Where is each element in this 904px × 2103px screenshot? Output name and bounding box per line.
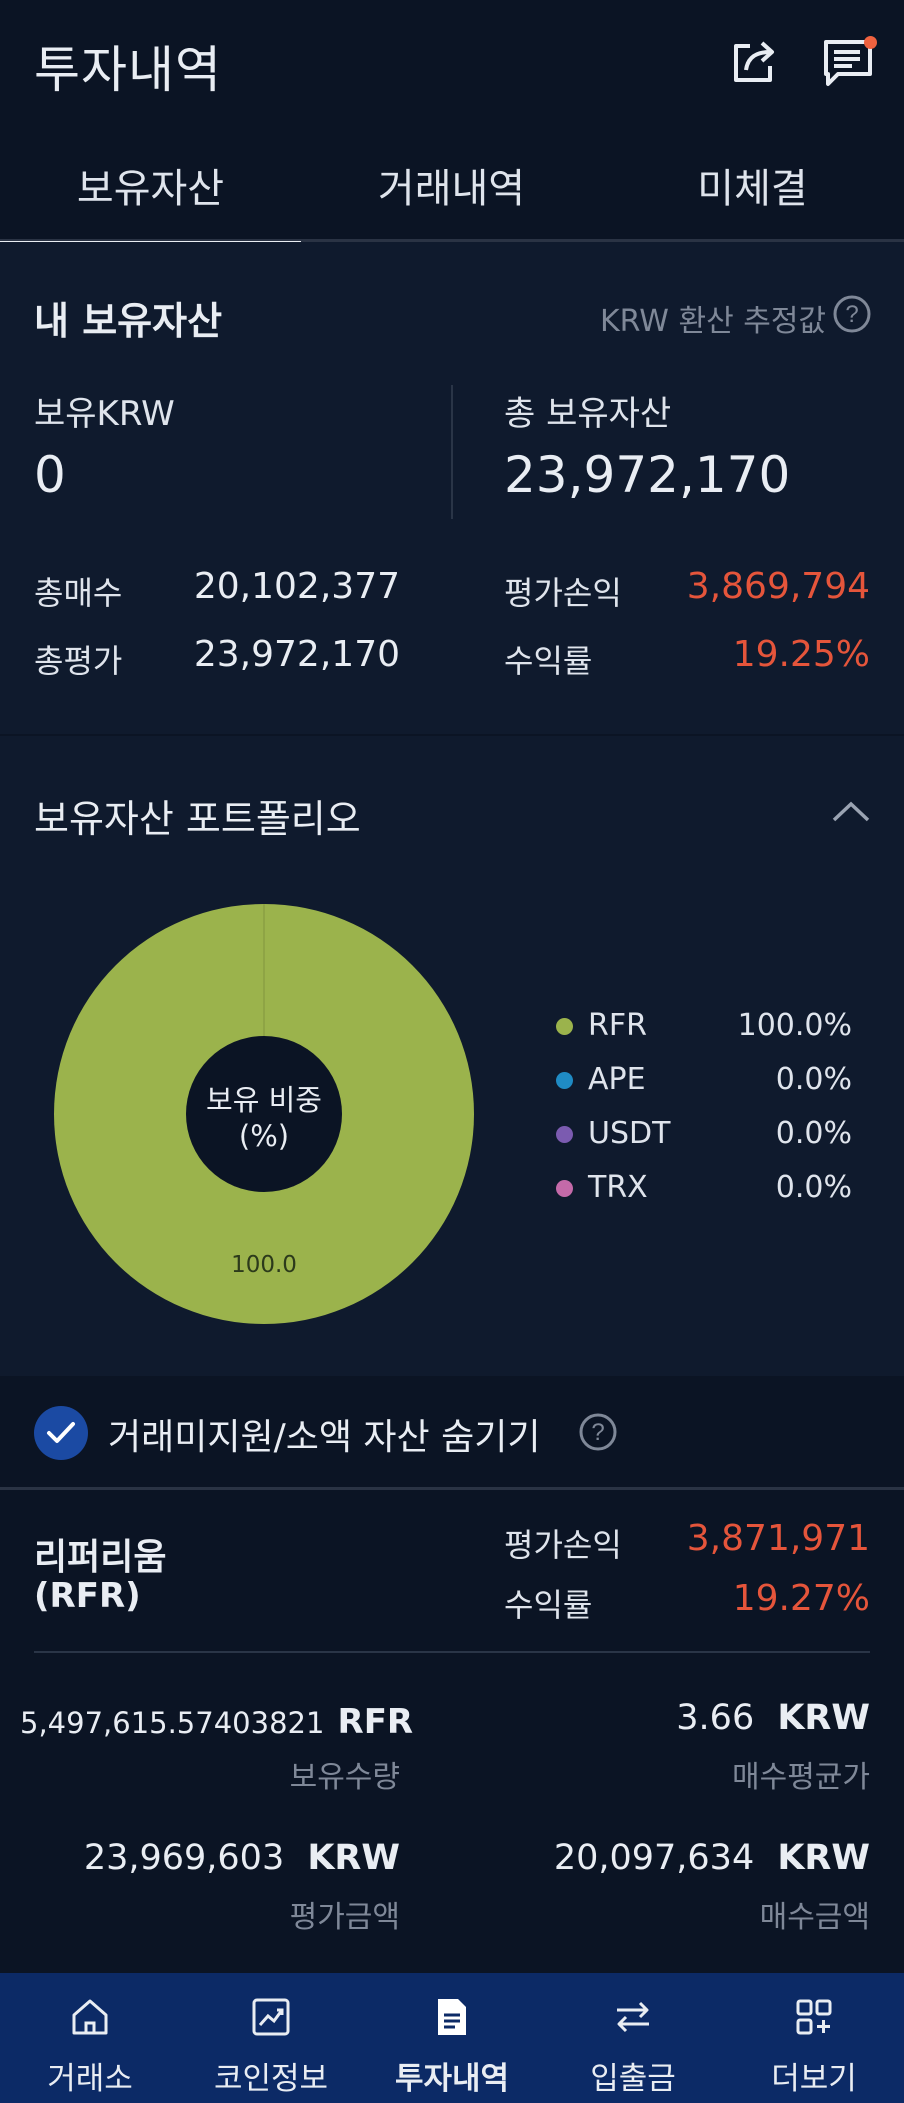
- nav-more[interactable]: 더보기: [724, 1973, 904, 2103]
- question-circle-icon[interactable]: ?: [832, 294, 872, 334]
- avg-unit: KRW: [777, 1698, 870, 1738]
- legend-pct-trx: 0.0%: [775, 1170, 852, 1205]
- nav-coin-info-label: 코인정보: [213, 2061, 329, 2097]
- holding-item-rfr[interactable]: 리퍼리움 (RFR) 평가손익 3,871,971 수익률 19.27% 5,4…: [0, 1490, 904, 1974]
- page-title: 투자내역: [34, 41, 222, 99]
- nav-deposit-withdraw[interactable]: 입출금: [543, 1973, 723, 2103]
- hide-small-assets-row: 거래미지원/소액 자산 숨기기 ?: [0, 1376, 904, 1490]
- return-label: 수익률: [504, 642, 593, 680]
- legend-name-ape: APE: [588, 1062, 646, 1097]
- grid-plus-icon: [796, 1999, 832, 2035]
- donut-center-label: 보유 비중: [206, 1083, 322, 1117]
- home-icon: [72, 1999, 108, 2035]
- buy-value: 20,097,634: [553, 1838, 755, 1878]
- coin-symbol: (RFR): [34, 1576, 141, 1616]
- bottom-nav: 거래소 코인정보 투자내역 입출금 더보기: [0, 1973, 904, 2103]
- avg-value: 3.66: [676, 1698, 755, 1738]
- holding-avg-price: 3.66 KRW: [500, 1698, 870, 1738]
- tab-open-orders-label: 미체결: [697, 166, 808, 212]
- tab-holdings[interactable]: 보유자산: [0, 128, 301, 245]
- app-header: 투자내역: [0, 0, 904, 128]
- eval-label: 평가금액: [289, 1900, 400, 1935]
- my-assets-title: 내 보유자산: [34, 299, 223, 343]
- buy-label: 매수금액: [759, 1900, 870, 1935]
- legend-dot-usdt: [556, 1126, 573, 1143]
- krw-value: 0: [34, 446, 66, 504]
- hide-small-assets-label[interactable]: 거래미지원/소액 자산 숨기기: [108, 1408, 540, 1460]
- holding-eval-amount: 23,969,603 KRW: [20, 1838, 400, 1878]
- slice-value-label: 100.0: [231, 1252, 297, 1278]
- tab-open-orders[interactable]: 미체결: [602, 128, 903, 242]
- chevron-up-icon[interactable]: [830, 796, 872, 826]
- legend-name-rfr: RFR: [588, 1008, 647, 1043]
- checkmark-icon: [47, 1422, 75, 1443]
- transfer-arrows-icon: [617, 2001, 649, 2033]
- total-buy-label: 총매수: [34, 574, 123, 612]
- holding-buy-amount: 20,097,634 KRW: [500, 1838, 870, 1878]
- holding-return-value: 19.27%: [732, 1578, 870, 1619]
- qty-label: 보유수량: [289, 1760, 400, 1795]
- legend-name-usdt: USDT: [588, 1116, 671, 1151]
- eval-unit: KRW: [307, 1838, 400, 1878]
- nav-coin-info[interactable]: 코인정보: [181, 1973, 361, 2103]
- legend-dot-ape: [556, 1072, 573, 1089]
- svg-text:?: ?: [845, 301, 858, 328]
- question-circle-icon[interactable]: ?: [578, 1412, 618, 1452]
- share-icon[interactable]: [728, 34, 782, 88]
- nav-deposit-withdraw-label: 입출금: [590, 2061, 676, 2097]
- nav-more-label: 더보기: [771, 2061, 857, 2097]
- holding-qty: 5,497,615.57403821 RFR: [20, 1702, 413, 1742]
- tab-transactions-label: 거래내역: [377, 166, 526, 212]
- document-icon: [438, 1999, 466, 2035]
- legend-pct-ape: 0.0%: [775, 1062, 852, 1097]
- nav-exchange-label: 거래소: [47, 2061, 133, 2097]
- buy-unit: KRW: [777, 1838, 870, 1878]
- legend-name-trx: TRX: [588, 1170, 648, 1205]
- total-eval-label: 총평가: [34, 642, 123, 680]
- tab-holdings-label: 보유자산: [76, 166, 225, 212]
- chart-icon: [252, 1998, 290, 2036]
- holding-pnl-value: 3,871,971: [686, 1518, 870, 1559]
- pnl-label: 평가손익: [504, 574, 622, 612]
- total-buy-value: 20,102,377: [193, 566, 400, 607]
- portfolio-donut-chart: 보유 비중 (%) 100.0: [54, 904, 474, 1324]
- legend-pct-usdt: 0.0%: [775, 1116, 852, 1151]
- krw-estimate-label: KRW 환산 추정값: [600, 304, 827, 339]
- legend-dot-trx: [556, 1180, 573, 1197]
- nav-investment-history[interactable]: 투자내역: [362, 1973, 542, 2103]
- holding-return-label: 수익률: [504, 1586, 593, 1624]
- donut-center-unit: (%): [239, 1119, 289, 1153]
- legend-pct-rfr: 100.0%: [737, 1008, 852, 1043]
- eval-value: 23,969,603: [83, 1838, 285, 1878]
- tab-transactions[interactable]: 거래내역: [301, 128, 602, 242]
- return-value: 19.25%: [732, 634, 870, 675]
- total-eval-value: 23,972,170: [193, 634, 400, 675]
- holding-divider: [34, 1651, 870, 1653]
- assets-divider: [451, 385, 453, 519]
- coin-name: 리퍼리움: [34, 1537, 167, 1578]
- portfolio-title: 보유자산 포트폴리오: [34, 797, 361, 841]
- notification-dot: [864, 36, 877, 49]
- total-assets-label: 총 보유자산: [504, 394, 672, 434]
- nav-exchange[interactable]: 거래소: [0, 1973, 180, 2103]
- svg-text:?: ?: [591, 1419, 604, 1446]
- tab-bar: 보유자산 거래내역 미체결: [0, 128, 904, 245]
- holding-pnl-label: 평가손익: [504, 1526, 622, 1564]
- qty-unit: RFR: [337, 1702, 414, 1742]
- legend-dot-rfr: [556, 1018, 573, 1035]
- qty-value: 5,497,615.57403821: [20, 1706, 325, 1740]
- hide-small-assets-checkbox[interactable]: [34, 1406, 88, 1460]
- pnl-value: 3,869,794: [686, 566, 870, 607]
- krw-label: 보유KRW: [34, 394, 175, 434]
- nav-investment-history-label: 투자내역: [394, 2061, 510, 2097]
- avg-label: 매수평균가: [732, 1760, 870, 1795]
- total-assets-value: 23,972,170: [504, 446, 791, 504]
